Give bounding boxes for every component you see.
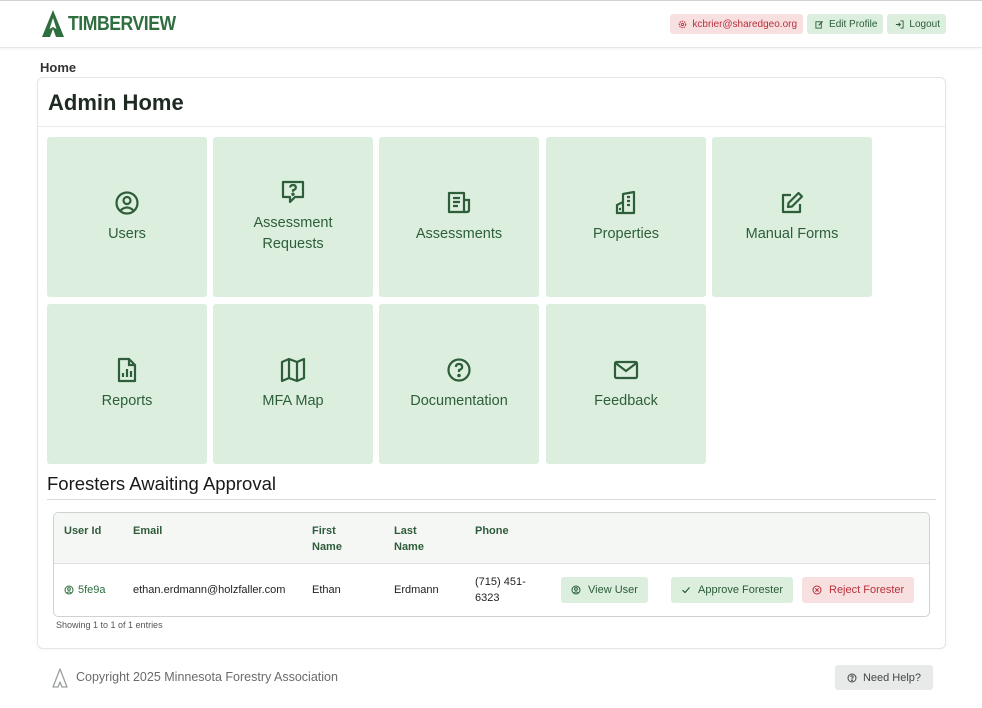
copyright-text: Copyright 2025 Minnesota Forestry Associ… xyxy=(76,670,338,684)
phone-cell: (715) 451-6323 xyxy=(475,576,526,604)
view-user-button[interactable]: View User xyxy=(561,577,648,603)
tile-label: Reports xyxy=(101,392,153,409)
tile-reports[interactable]: Reports xyxy=(47,304,207,464)
tile-label: Assessments xyxy=(415,225,503,242)
reject-forester-button[interactable]: Reject Forester xyxy=(802,577,915,603)
tree-logo-icon xyxy=(42,10,64,38)
tile-users[interactable]: Users xyxy=(47,137,207,297)
tile-label: Properties xyxy=(592,225,660,242)
app-header: TIMBERVIEW kcbrier@sharedgeo.org Edit Pr… xyxy=(0,1,982,48)
gear-icon xyxy=(679,20,687,28)
x-circle-icon xyxy=(812,585,822,595)
email-cell: ethan.erdmann@holzfaller.com xyxy=(133,584,286,596)
report-icon xyxy=(117,357,137,382)
col-user-id[interactable]: User Id xyxy=(64,523,104,539)
question-bubble-icon xyxy=(281,180,305,204)
col-first-name[interactable]: First Name xyxy=(312,523,357,555)
col-last-name[interactable]: Last Name xyxy=(394,523,439,555)
help-circle-icon xyxy=(847,673,857,682)
tile-properties[interactable]: Properties xyxy=(546,137,706,297)
foresters-section-title: Foresters Awaiting Approval xyxy=(47,473,276,494)
reject-forester-label: Reject Forester xyxy=(829,584,905,596)
logout-icon xyxy=(896,19,904,29)
page-title: Admin Home xyxy=(48,90,184,115)
approve-forester-button[interactable]: Approve Forester xyxy=(671,577,793,603)
view-user-label: View User xyxy=(588,584,638,596)
edit-icon xyxy=(781,191,804,213)
help-circle-icon xyxy=(447,357,471,382)
tile-documentation[interactable]: Documentation xyxy=(379,304,539,464)
tile-manual-forms[interactable]: Manual Forms xyxy=(712,137,872,297)
building-icon xyxy=(615,190,636,214)
tile-label: MFA Map xyxy=(262,392,324,409)
user-id-link[interactable]: 5fe9a xyxy=(64,582,106,598)
tile-label: Documentation xyxy=(410,392,508,409)
section-divider xyxy=(47,499,936,500)
tile-label: Manual Forms xyxy=(745,225,839,242)
user-id: 5fe9a xyxy=(78,584,106,596)
edit-icon xyxy=(815,20,824,29)
user-circle-icon xyxy=(64,585,74,595)
logout-label: Logout xyxy=(909,18,940,30)
tile-mfa-map[interactable]: MFA Map xyxy=(213,304,373,464)
title-divider xyxy=(38,126,945,127)
mail-icon xyxy=(613,360,639,379)
need-help-label: Need Help? xyxy=(862,671,922,684)
user-email-button[interactable]: kcbrier@sharedgeo.org xyxy=(670,14,804,34)
tile-feedback[interactable]: Feedback xyxy=(546,304,706,464)
tile-assessment-requests[interactable]: Assessment Requests xyxy=(213,137,373,297)
breadcrumb[interactable]: Home xyxy=(40,60,76,75)
tile-label: Users xyxy=(108,225,146,242)
edit-profile-label: Edit Profile xyxy=(829,18,878,30)
tree-logo-icon xyxy=(52,668,68,688)
col-phone[interactable]: Phone xyxy=(475,523,509,539)
edit-profile-button[interactable]: Edit Profile xyxy=(807,14,884,34)
last-name-cell: Erdmann xyxy=(394,584,439,596)
tile-label: Assessment Requests xyxy=(253,215,333,252)
brand-name: TIMBERVIEW xyxy=(68,12,176,35)
table-header: User Id Email First Name Last Name Phone xyxy=(54,513,929,564)
news-icon xyxy=(447,191,471,213)
logout-button[interactable]: Logout xyxy=(887,14,946,34)
foresters-table: User Id Email First Name Last Name Phone… xyxy=(53,512,930,617)
tile-label: Feedback xyxy=(594,392,658,409)
user-email: kcbrier@sharedgeo.org xyxy=(692,18,798,30)
check-icon xyxy=(682,587,690,594)
user-circle-icon xyxy=(115,190,139,215)
admin-home-card: Admin Home Users Assessment Requests Ass… xyxy=(37,77,946,649)
need-help-button[interactable]: Need Help? xyxy=(835,665,933,690)
col-email[interactable]: Email xyxy=(133,523,162,539)
first-name-cell: Ethan xyxy=(312,584,341,596)
approve-forester-label: Approve Forester xyxy=(698,584,783,596)
map-icon xyxy=(280,357,306,382)
table-entries-info: Showing 1 to 1 of 1 entries xyxy=(56,620,163,630)
brand-logo[interactable]: TIMBERVIEW xyxy=(40,9,190,39)
user-circle-icon xyxy=(571,585,581,595)
tile-assessments[interactable]: Assessments xyxy=(379,137,539,297)
